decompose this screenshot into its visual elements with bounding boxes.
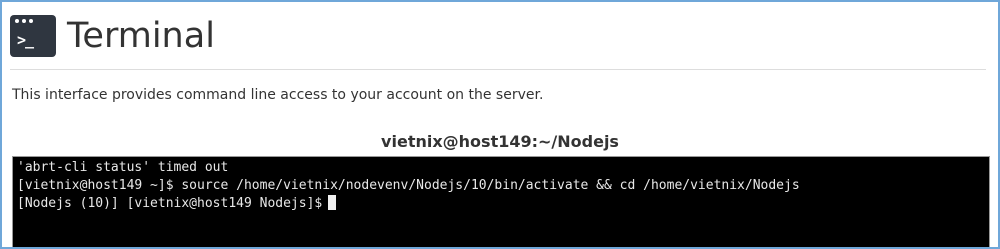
page-header: >_ Terminal: [10, 10, 215, 62]
window-frame: >_ Terminal This interface provides comm…: [0, 0, 1000, 249]
terminal-cursor[interactable]: [328, 195, 337, 210]
terminal-prompt-line: [Nodejs (10)] [vietnix@host149 Nodejs]$: [17, 195, 985, 213]
terminal-prompt-text: [Nodejs (10)] [vietnix@host149 Nodejs]$: [17, 196, 323, 211]
terminal-line: [vietnix@host149 ~]$ source /home/vietni…: [17, 178, 800, 193]
page-title: Terminal: [67, 15, 215, 56]
terminal-icon: >_: [10, 15, 56, 57]
terminal-line: 'abrt-cli status' timed out: [17, 160, 229, 175]
window-dots-icon: [15, 19, 33, 23]
terminal-console[interactable]: 'abrt-cli status' timed out [vietnix@hos…: [12, 156, 990, 247]
terminal-session-title: vietnix@host149:~/Nodejs: [381, 132, 619, 151]
page-description: This interface provides command line acc…: [12, 87, 544, 103]
terminal-prompt-glyph: >_: [17, 31, 34, 49]
header-divider: [10, 69, 986, 70]
